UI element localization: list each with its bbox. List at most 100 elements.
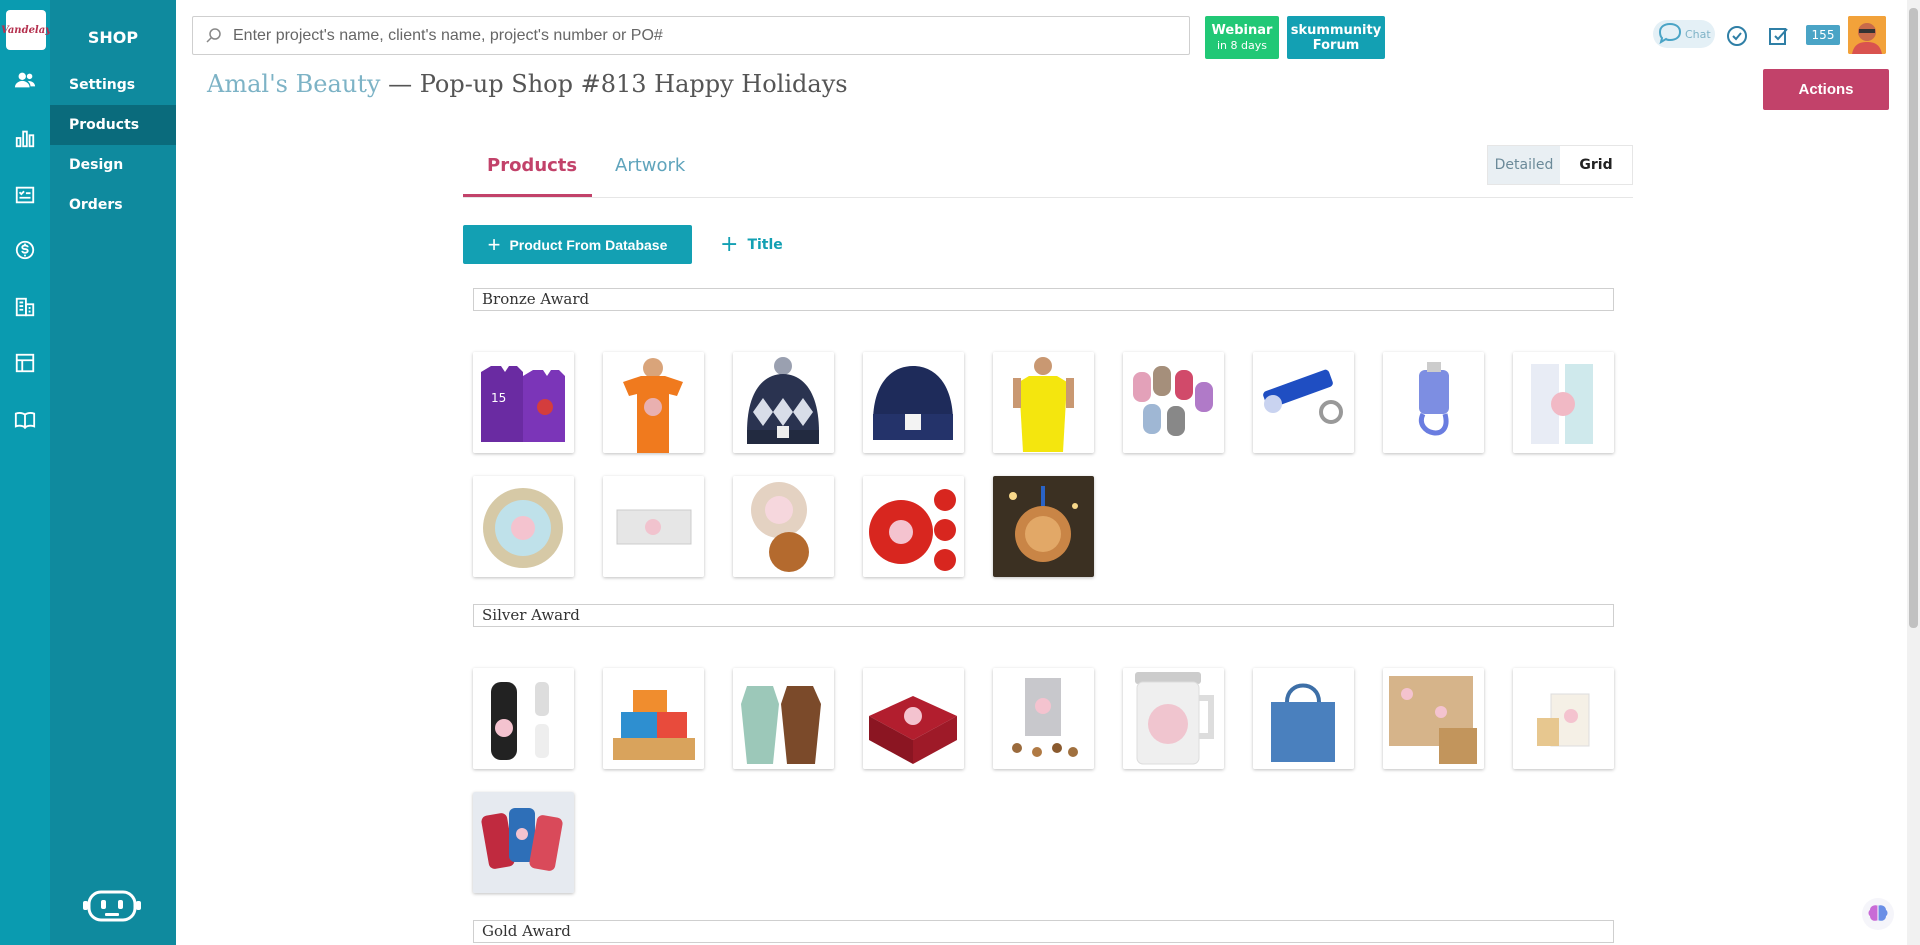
product-image xyxy=(733,668,834,769)
company-logo[interactable]: Vandelay xyxy=(1,10,51,50)
chat-button[interactable]: Chat xyxy=(1653,20,1715,48)
menu-item-settings[interactable]: Settings xyxy=(50,65,176,105)
product-card-tin-candle[interactable] xyxy=(473,476,574,577)
product-image xyxy=(733,476,834,577)
forum-label-line1: skummunity xyxy=(1290,22,1382,38)
product-card-snack-gift-set[interactable] xyxy=(993,668,1094,769)
product-card-clear-pouch[interactable] xyxy=(603,476,704,577)
edit-task-icon[interactable] xyxy=(1767,24,1791,48)
section-title[interactable]: Gold Award xyxy=(473,920,1614,943)
product-image xyxy=(603,352,704,453)
product-image xyxy=(1513,352,1614,453)
scrollbar-thumb[interactable] xyxy=(1909,8,1918,628)
section-title[interactable]: Bronze Award xyxy=(473,288,1614,311)
user-avatar[interactable] xyxy=(1848,16,1886,54)
product-card-argyle-beanie[interactable] xyxy=(733,352,834,453)
product-image xyxy=(473,792,574,893)
product-image xyxy=(1383,668,1484,769)
product-card-flashlight-keychain[interactable] xyxy=(1253,352,1354,453)
product-card-hand-sanitizer-holder[interactable] xyxy=(1383,352,1484,453)
add-product-label: Product From Database xyxy=(509,236,668,253)
assistant-robot-icon[interactable] xyxy=(83,888,141,922)
product-image xyxy=(993,352,1094,453)
product-card-water-bottles[interactable] xyxy=(473,668,574,769)
product-image xyxy=(863,668,964,769)
notification-count-badge[interactable]: 155 xyxy=(1806,25,1840,45)
logo-text: Vandelay xyxy=(0,24,52,36)
product-image xyxy=(993,668,1094,769)
title-separator: — xyxy=(380,70,420,98)
webinar-countdown: in 8 days xyxy=(1217,38,1267,52)
view-grid-button[interactable]: Grid xyxy=(1560,146,1632,184)
page-scrollbar[interactable] xyxy=(1907,0,1920,945)
forum-button[interactable]: skummunity Forum xyxy=(1287,16,1385,59)
product-card-lip-balm-set[interactable] xyxy=(1513,352,1614,453)
product-image xyxy=(473,476,574,577)
tasks-icon[interactable] xyxy=(13,183,37,207)
product-card-gift-box[interactable] xyxy=(1513,668,1614,769)
webinar-button[interactable]: Webinar in 8 days xyxy=(1205,16,1279,59)
tab-products[interactable]: Products xyxy=(487,155,577,176)
product-card-gift-tower[interactable] xyxy=(603,668,704,769)
menu-item-products[interactable]: Products xyxy=(50,105,176,145)
add-title-label: Title xyxy=(747,236,783,253)
layout-icon[interactable] xyxy=(13,351,37,375)
shop-title: Pop-up Shop #813 Happy Holidays xyxy=(419,70,848,98)
tab-artwork[interactable]: Artwork xyxy=(615,155,685,176)
clients-icon[interactable] xyxy=(13,68,37,92)
ai-brain-icon[interactable] xyxy=(1862,898,1894,930)
product-image xyxy=(1253,668,1354,769)
product-image xyxy=(1253,352,1354,453)
chat-bubble-icon xyxy=(1658,22,1682,45)
product-image xyxy=(863,352,964,453)
product-image xyxy=(993,476,1094,577)
product-card-chocolate-box[interactable] xyxy=(863,668,964,769)
billing-icon[interactable] xyxy=(13,238,37,262)
product-image xyxy=(1123,352,1224,453)
product-card-phone-cases[interactable] xyxy=(473,792,574,893)
active-tab-indicator xyxy=(463,194,592,197)
companies-icon[interactable] xyxy=(13,295,37,319)
product-card-coaster-set[interactable] xyxy=(733,476,834,577)
view-detailed-button[interactable]: Detailed xyxy=(1488,146,1560,184)
product-image xyxy=(733,352,834,453)
plus-icon: + xyxy=(720,232,739,257)
product-card-orange-tshirt[interactable] xyxy=(603,352,704,453)
product-image xyxy=(603,476,704,577)
product-card-mittens-set[interactable] xyxy=(1123,352,1224,453)
product-image xyxy=(1513,668,1614,769)
product-image xyxy=(1383,352,1484,453)
product-card-steel-mug[interactable] xyxy=(1123,668,1224,769)
product-image xyxy=(473,668,574,769)
project-search[interactable] xyxy=(192,16,1190,55)
product-card-navy-beanie[interactable] xyxy=(863,352,964,453)
product-image: 15 xyxy=(473,352,574,453)
actions-button[interactable]: Actions xyxy=(1763,69,1889,110)
product-card-aprons[interactable] xyxy=(733,668,834,769)
chat-label: Chat xyxy=(1685,27,1711,41)
product-card-basketball-jersey[interactable]: 15 xyxy=(473,352,574,453)
search-input[interactable] xyxy=(233,26,1133,45)
webinar-label: Webinar xyxy=(1211,22,1273,38)
reports-icon[interactable] xyxy=(13,126,37,150)
icon-rail: Vandelay xyxy=(0,0,51,945)
section-title[interactable]: Silver Award xyxy=(473,604,1614,627)
knowledge-book-icon[interactable] xyxy=(13,408,37,432)
menu-item-orders[interactable]: Orders xyxy=(50,185,176,225)
page-title: Amal's Beauty — Pop-up Shop #813 Happy H… xyxy=(207,70,848,98)
add-title-button[interactable]: + Title xyxy=(720,225,783,264)
menu-item-design[interactable]: Design xyxy=(50,145,176,185)
view-toggle: Detailed Grid xyxy=(1487,145,1633,185)
shop-menu-title: SHOP xyxy=(87,28,139,47)
product-card-kraft-wrapping-paper[interactable] xyxy=(1383,668,1484,769)
product-image xyxy=(863,476,964,577)
svg-text:15: 15 xyxy=(491,391,506,405)
clock-check-icon[interactable] xyxy=(1725,24,1749,48)
product-card-wooden-ornament[interactable] xyxy=(993,476,1094,577)
client-name-link[interactable]: Amal's Beauty xyxy=(207,70,380,98)
add-product-from-database-button[interactable]: + Product From Database xyxy=(463,225,692,264)
product-card-yellow-tank-top[interactable] xyxy=(993,352,1094,453)
product-card-denim-tote[interactable] xyxy=(1253,668,1354,769)
product-card-red-ornaments[interactable] xyxy=(863,476,964,577)
search-icon xyxy=(206,27,221,43)
